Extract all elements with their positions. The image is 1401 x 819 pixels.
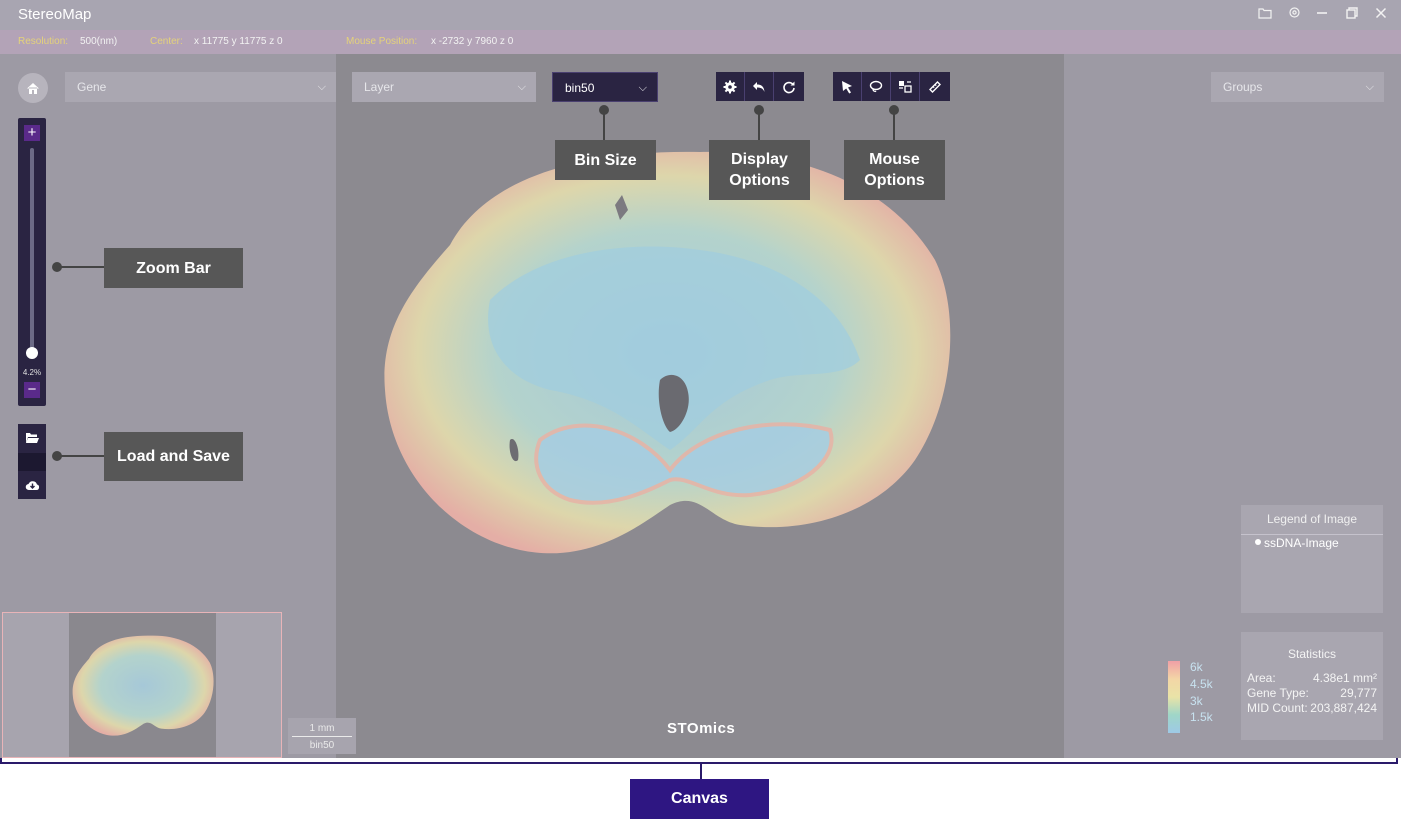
ruler-icon[interactable] — [920, 72, 949, 101]
bin-size-value: bin50 — [565, 81, 595, 95]
legend-dot-icon — [1255, 539, 1261, 545]
zoom-track[interactable] — [30, 148, 34, 354]
scale-bar-length: 1 mm — [309, 723, 335, 734]
callout-dot — [889, 105, 899, 115]
color-scale-label: 6k — [1190, 660, 1203, 674]
callout-line — [57, 266, 104, 268]
callout-dot — [754, 105, 764, 115]
zoom-slider-handle[interactable] — [26, 347, 38, 359]
bin-size-dropdown[interactable]: bin50 ⌵ — [552, 72, 658, 102]
chevron-down-icon: ⌵ — [517, 81, 526, 93]
restore-icon[interactable] — [1343, 6, 1361, 24]
legend-item[interactable]: ssDNA-Image — [1255, 536, 1339, 550]
statistics-panel: Statistics Area: 4.38e1 mm² Gene Type: 29,… — [1241, 632, 1383, 740]
gear-icon[interactable] — [716, 72, 745, 101]
pointer-icon[interactable] — [833, 72, 862, 101]
load-save-callout: Load and Save — [104, 432, 243, 481]
gene-dropdown[interactable]: Gene ⌵ — [65, 72, 336, 102]
groups-dropdown[interactable]: Groups ⌵ — [1211, 72, 1384, 102]
stats-gene-type-row: Gene Type: 29,777 — [1247, 686, 1377, 700]
color-scale — [1168, 661, 1180, 733]
callout-line — [57, 455, 104, 457]
chevron-down-icon: ⌵ — [1365, 81, 1374, 93]
zoom-in-button[interactable]: + — [24, 125, 40, 141]
color-scale-label: 1.5k — [1190, 710, 1213, 724]
zoom-percent: 4.2% — [22, 368, 42, 377]
lasso-icon[interactable] — [862, 72, 891, 101]
cloud-save-icon[interactable] — [18, 471, 46, 499]
stats-gene-type-value: 29,777 — [1340, 686, 1377, 700]
zoom-bar-callout: Zoom Bar — [104, 248, 243, 288]
legend-title: Legend of Image — [1266, 512, 1358, 526]
home-icon — [27, 82, 39, 94]
callout-dot — [52, 451, 62, 461]
display-options-callout: Display Options — [709, 140, 810, 200]
folder-icon[interactable] — [1256, 6, 1274, 24]
title-bar: StereoMap — [0, 0, 1401, 30]
open-folder-icon[interactable] — [18, 424, 46, 452]
brand-logo: STOmics — [667, 720, 736, 737]
canvas-bracket — [0, 758, 1398, 764]
scale-bar-line — [292, 736, 352, 737]
bin-size-callout: Bin Size — [555, 140, 656, 180]
stats-area-row: Area: 4.38e1 mm² — [1247, 671, 1377, 685]
stats-gene-type-label: Gene Type: — [1247, 686, 1309, 700]
stats-mid-row: MID Count: 203,887,424 — [1247, 701, 1377, 715]
center-label: Center: — [150, 36, 183, 47]
home-button[interactable] — [18, 73, 48, 103]
undo-icon[interactable] — [745, 72, 774, 101]
settings-icon[interactable] — [1285, 6, 1303, 24]
zoom-out-button[interactable]: − — [24, 382, 40, 398]
canvas-callout: Canvas — [630, 779, 769, 819]
gene-dropdown-label: Gene — [77, 80, 107, 94]
mouse-options-callout: Mouse Options — [844, 140, 945, 200]
minimize-icon[interactable] — [1313, 6, 1331, 24]
minimap[interactable] — [2, 612, 282, 758]
mouse-position-label: Mouse Position: — [346, 36, 418, 47]
chevron-down-icon: ⌵ — [317, 81, 326, 93]
app-title: StereoMap — [18, 6, 92, 23]
layer-dropdown-label: Layer — [364, 80, 395, 94]
stats-mid-value: 203,887,424 — [1310, 701, 1377, 715]
rect-select-icon[interactable] — [891, 72, 920, 101]
legend-divider — [1241, 534, 1383, 535]
minimap-viewport — [69, 613, 216, 757]
zoom-bar: + 4.2% − — [18, 118, 46, 406]
legend-item-label: ssDNA-Image — [1264, 536, 1339, 550]
legend-panel: Legend of Image ssDNA-Image — [1241, 505, 1383, 613]
scale-bar: 1 mm bin50 — [288, 718, 356, 754]
stereomap-window: StereoMap Resolution: 500(nm) Center: x … — [0, 0, 1401, 758]
mouse-position-value: x -2732 y 7960 z 0 — [431, 36, 514, 47]
scale-bar-bin: bin50 — [309, 740, 335, 751]
color-scale-label: 3k — [1190, 694, 1203, 708]
minimap-tissue — [72, 635, 214, 736]
load-save-divider — [18, 453, 46, 471]
callout-dot — [52, 262, 62, 272]
status-bar: Resolution: 500(nm) Center: x 11775 y 11… — [0, 30, 1401, 54]
display-options-toolbar — [716, 72, 804, 101]
stats-mid-label: MID Count: — [1247, 701, 1308, 715]
load-save-bar — [18, 424, 46, 499]
canvas-bracket-tick — [700, 764, 702, 779]
center-value: x 11775 y 11775 z 0 — [194, 36, 283, 47]
statistics-title: Statistics — [1287, 647, 1336, 661]
stats-area-label: Area: — [1247, 671, 1276, 685]
color-scale-label: 4.5k — [1190, 677, 1213, 691]
resolution-value: 500(nm) — [80, 36, 118, 47]
callout-dot — [599, 105, 609, 115]
close-icon[interactable] — [1372, 6, 1390, 24]
resolution-label: Resolution: — [18, 36, 69, 47]
layer-dropdown[interactable]: Layer ⌵ — [352, 72, 536, 102]
chevron-down-icon: ⌵ — [638, 82, 647, 94]
stats-area-value: 4.38e1 mm² — [1312, 671, 1377, 685]
mouse-options-toolbar — [833, 72, 950, 101]
redo-icon[interactable] — [774, 72, 803, 101]
groups-dropdown-label: Groups — [1223, 80, 1263, 94]
